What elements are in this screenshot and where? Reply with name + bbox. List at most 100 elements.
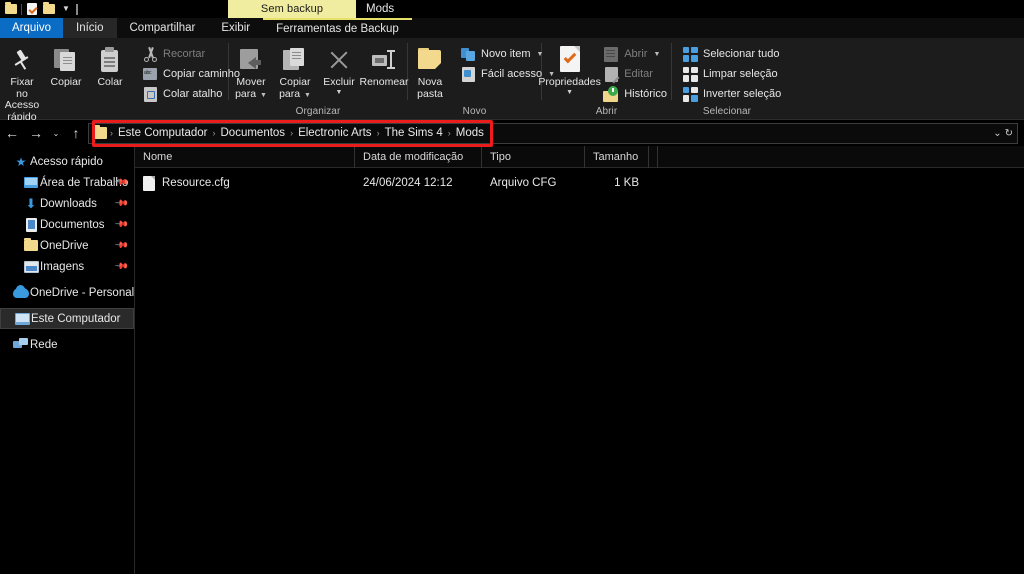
breadcrumb-item-documentos[interactable]: Documentos	[217, 127, 290, 139]
breadcrumb: › Este Computador › Documentos › Electro…	[109, 124, 993, 143]
breadcrumb-item-mods[interactable]: Mods	[452, 127, 488, 139]
column-header-tamanho[interactable]: Tamanho	[585, 146, 649, 168]
pin-icon[interactable]: 📌	[114, 259, 129, 275]
recent-locations-icon[interactable]: ⌄	[48, 121, 64, 145]
sidebar-item-label: OneDrive - Personal	[30, 286, 135, 299]
quick-access-toolbar: ▼	[0, 0, 78, 18]
file-name-label: Resource.cfg	[162, 177, 230, 189]
folder-icon[interactable]	[4, 2, 18, 16]
column-header-nome[interactable]: Nome	[135, 146, 355, 168]
file-size-cell: 1 KB	[614, 177, 639, 189]
copy-to-button[interactable]: Copiar para ▼	[273, 43, 317, 101]
move-to-button[interactable]: Mover para ▼	[229, 43, 273, 101]
delete-button[interactable]: Excluir ▼	[317, 43, 361, 96]
rename-button[interactable]: Renomear	[359, 43, 409, 89]
chevron-down-icon[interactable]: ▼	[260, 92, 267, 99]
folder-icon	[22, 238, 40, 251]
back-button[interactable]: ←	[0, 121, 24, 145]
rename-icon	[370, 45, 398, 75]
tab-ferramentas-de-backup[interactable]: Ferramentas de Backup	[263, 18, 412, 38]
ribbon: Fixar no Acesso rápido Copiar Colar Reco…	[0, 38, 1024, 135]
customize-chevron-icon[interactable]: ▼	[59, 2, 73, 16]
history-button[interactable]: Histórico	[599, 85, 671, 103]
chevron-down-icon[interactable]: ▼	[336, 89, 343, 96]
file-list[interactable]: Resource.cfg 24/06/2024 12:12 Arquivo CF…	[135, 168, 1024, 574]
copy-icon	[54, 45, 78, 75]
sidebar-item-label: Downloads	[40, 197, 97, 210]
pin-label-line1: Fixar no	[10, 76, 34, 100]
select-all-button[interactable]: Selecionar tudo	[678, 45, 785, 63]
sidebar-item-acesso-rapido[interactable]: ★ Acesso rápido	[0, 151, 134, 172]
chevron-down-icon[interactable]: ▼	[566, 89, 573, 96]
chevron-down-icon[interactable]: ▼	[304, 92, 311, 99]
properties-icon[interactable]	[25, 2, 39, 16]
table-row[interactable]: Resource.cfg 24/06/2024 12:12 Arquivo CF…	[135, 172, 1024, 194]
tab-arquivo[interactable]: Arquivo	[0, 18, 63, 38]
pin-to-quick-access-button[interactable]: Fixar no Acesso rápido	[0, 43, 44, 123]
refresh-icon[interactable]: ↻	[1005, 128, 1013, 139]
up-button[interactable]: ↑	[64, 121, 88, 145]
breadcrumb-item-the-sims-4[interactable]: The Sims 4	[381, 127, 447, 139]
chevron-down-icon[interactable]: ▼	[653, 51, 660, 58]
pictures-icon	[22, 260, 40, 273]
sidebar-item-label: Acesso rápido	[30, 155, 103, 168]
cfg-file-icon	[143, 175, 155, 191]
new-folder-label-line2: pasta	[417, 87, 443, 100]
chevron-down-icon[interactable]: ⌄	[993, 128, 1001, 139]
tab-exibir[interactable]: Exibir	[208, 18, 263, 38]
select-all-label: Selecionar tudo	[703, 48, 780, 60]
paste-button[interactable]: Colar	[88, 43, 132, 89]
column-header-data-modificacao[interactable]: Data de modificação	[355, 146, 482, 168]
pin-icon[interactable]: 📌	[114, 196, 129, 212]
history-icon	[603, 86, 619, 102]
folder-icon	[93, 125, 107, 139]
navigation-pane: ★ Acesso rápido Área de Trabalho 📌 ⬇ Dow…	[0, 146, 135, 574]
group-label-open: Abrir	[595, 106, 618, 117]
breadcrumb-item-este-computador[interactable]: Este Computador	[114, 127, 212, 139]
sidebar-item-label: Rede	[30, 338, 58, 351]
properties-button[interactable]: Propriedades ▼	[538, 43, 601, 96]
select-none-button[interactable]: Limpar seleção	[678, 65, 785, 83]
new-folder-icon[interactable]	[42, 2, 56, 16]
breadcrumb-item-electronic-arts[interactable]: Electronic Arts	[294, 127, 376, 139]
file-name-cell[interactable]: Resource.cfg	[135, 175, 355, 191]
ribbon-group-clipboard: Fixar no Acesso rápido Copiar Colar Reco…	[0, 38, 240, 135]
group-label-new: Novo	[462, 106, 487, 117]
backup-status-badge[interactable]: Sem backup	[228, 0, 356, 18]
sidebar-item-imagens[interactable]: Imagens 📌	[0, 256, 134, 277]
pin-icon[interactable]: 📌	[114, 238, 129, 254]
sidebar-item-rede[interactable]: Rede	[0, 334, 134, 355]
copy-path-icon	[142, 66, 158, 82]
cut-label: Recortar	[163, 48, 206, 60]
forward-button[interactable]: →	[24, 121, 48, 145]
move-to-icon	[238, 45, 264, 75]
new-item-label: Novo item	[481, 48, 531, 60]
sidebar-item-este-computador[interactable]: Este Computador	[0, 308, 134, 329]
new-folder-button[interactable]: Nova pasta	[408, 43, 452, 100]
edit-button[interactable]: Editar	[599, 65, 671, 83]
file-explorer-window: ▼ Sem backup Mods Arquivo Início Compart…	[0, 0, 1024, 574]
downloads-icon: ⬇	[25, 196, 37, 211]
copy-button[interactable]: Copiar	[44, 43, 88, 89]
rename-label: Renomear	[359, 76, 409, 88]
path-input[interactable]: › Este Computador › Documentos › Electro…	[88, 122, 1018, 144]
sidebar-item-onedrive-personal[interactable]: OneDrive - Personal	[0, 282, 134, 303]
new-item-icon	[460, 46, 476, 62]
ribbon-group-select: Selecionar tudo Limpar seleção Inverter …	[672, 38, 782, 119]
invert-selection-button[interactable]: Inverter seleção	[678, 85, 785, 103]
open-button[interactable]: Abrir ▼	[599, 45, 671, 63]
select-none-label: Limpar seleção	[703, 68, 778, 80]
tab-inicio[interactable]: Início	[63, 18, 117, 38]
move-to-label-line1: Mover	[236, 76, 266, 88]
tab-compartilhar[interactable]: Compartilhar	[117, 18, 209, 38]
paste-shortcut-icon	[142, 86, 158, 102]
delete-x-icon	[328, 45, 350, 75]
column-header-tipo[interactable]: Tipo	[482, 146, 585, 168]
open-label: Abrir	[624, 48, 648, 60]
sidebar-item-area-de-trabalho[interactable]: Área de Trabalho 📌	[0, 172, 134, 193]
pin-icon[interactable]: 📌	[114, 217, 129, 233]
paste-label: Colar	[97, 76, 123, 88]
sidebar-item-documentos[interactable]: Documentos 📌	[0, 214, 134, 235]
sidebar-item-downloads[interactable]: ⬇ Downloads 📌	[0, 193, 134, 214]
sidebar-item-onedrive[interactable]: OneDrive 📌	[0, 235, 134, 256]
